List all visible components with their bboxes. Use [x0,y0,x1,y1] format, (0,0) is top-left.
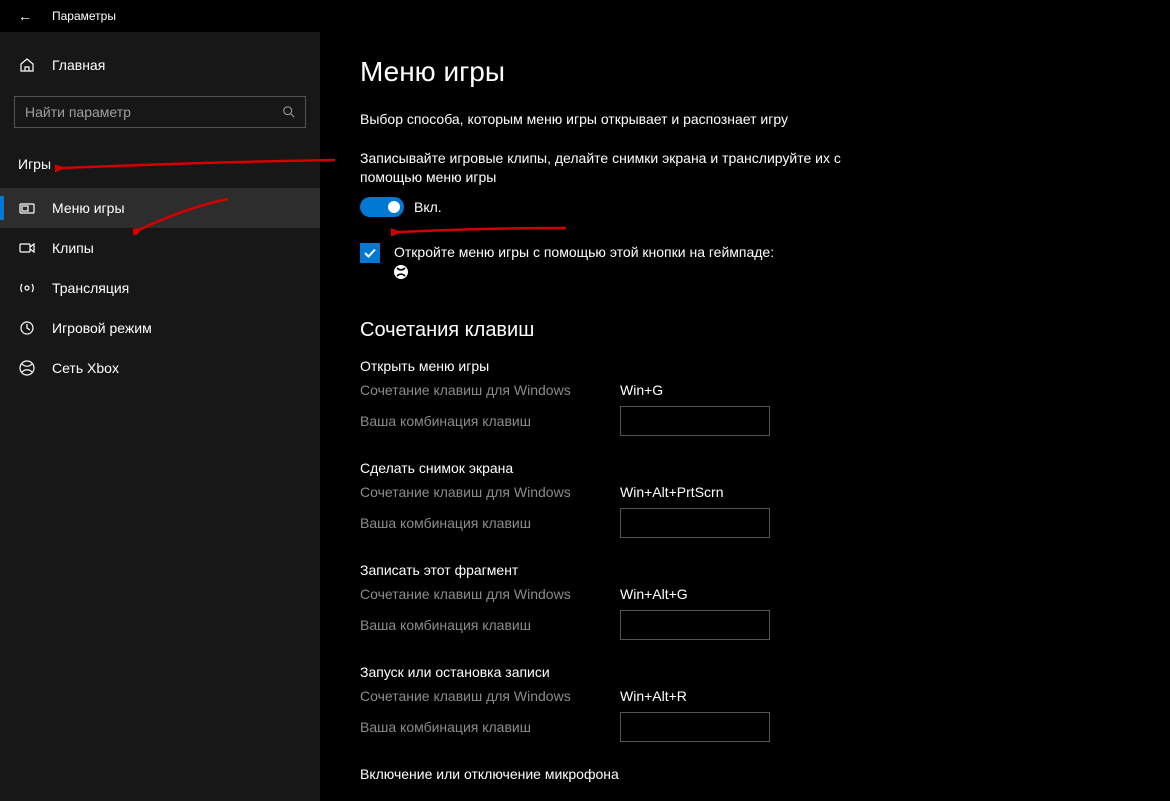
app-title: Параметры [52,9,116,23]
sidebar-item-xbox-network[interactable]: Сеть Xbox [0,348,320,388]
page-title: Меню игры [360,56,1130,88]
hotkey-group-name: Записать этот фрагмент [360,562,1130,578]
hotkey-group-name: Запуск или остановка записи [360,664,1130,680]
hotkey-windows-value: Win+G [620,382,663,398]
hotkey-group: Открыть меню игры Сочетание клавиш для Wi… [360,358,1130,436]
hotkey-windows-label: Сочетание клавиш для Windows [360,688,620,704]
sidebar-item-label: Меню игры [52,200,125,216]
hotkey-user-input[interactable] [620,610,770,640]
sidebar-home[interactable]: Главная [0,50,320,80]
game-bar-toggle[interactable] [360,197,404,217]
toggle-description: Записывайте игровые клипы, делайте снимк… [360,149,880,187]
hotkey-windows-label: Сочетание клавиш для Windows [360,382,620,398]
sidebar-item-label: Сеть Xbox [52,360,119,376]
game-mode-icon [18,319,36,337]
hotkey-group: Сделать снимок экрана Сочетание клавиш дл… [360,460,1130,538]
hotkey-windows-label: Сочетание клавиш для Windows [360,586,620,602]
hotkey-group-name: Открыть меню игры [360,358,1130,374]
hotkey-windows-value: Win+Alt+G [620,586,688,602]
titlebar: ← Параметры [0,0,1170,32]
search-wrap [14,96,306,128]
sidebar-section-label: Игры [0,138,320,188]
hotkey-user-input[interactable] [620,406,770,436]
sidebar-item-label: Трансляция [52,280,129,296]
sidebar-home-label: Главная [52,57,105,73]
sidebar-item-game-mode[interactable]: Игровой режим [0,308,320,348]
broadcast-icon [18,279,36,297]
sidebar-item-broadcast[interactable]: Трансляция [0,268,320,308]
hotkey-group-name: Сделать снимок экрана [360,460,1130,476]
toggle-value: Вкл. [414,199,442,215]
hotkey-windows-value: Win+Alt+R [620,688,687,704]
hotkey-windows-label: Сочетание клавиш для Windows [360,484,620,500]
clips-icon [18,239,36,257]
sidebar-item-label: Клипы [52,240,94,256]
sidebar-item-game-bar[interactable]: Меню игры [0,188,320,228]
search-input[interactable] [14,96,306,128]
hotkey-group: Запуск или остановка записи Сочетание кла… [360,664,1130,742]
gamepad-checkbox[interactable] [360,243,380,263]
back-arrow-icon[interactable]: ← [18,8,32,24]
xbox-icon [18,359,36,377]
hotkey-group: Записать этот фрагмент Сочетание клавиш д… [360,562,1130,640]
toggle-knob [388,201,400,213]
hotkey-user-label: Ваша комбинация клавиш [360,515,620,531]
checkbox-text: Откройте меню игры с помощью этой кнопки… [394,243,774,262]
sidebar: Главная Игры Меню игры [0,32,320,801]
hotkeys-title: Сочетания клавиш [360,319,1130,342]
hotkey-user-input[interactable] [620,508,770,538]
hotkey-user-label: Ваша комбинация клавиш [360,719,620,735]
hotkey-user-label: Ваша комбинация клавиш [360,617,620,633]
intro-text: Выбор способа, которым меню игры открыва… [360,110,880,129]
sidebar-item-clips[interactable]: Клипы [0,228,320,268]
content: Меню игры Выбор способа, которым меню иг… [320,32,1170,801]
sidebar-item-label: Игровой режим [52,320,152,336]
mic-section-title: Включение или отключение микрофона [360,766,1130,782]
home-icon [18,56,36,74]
game-bar-icon [18,199,36,217]
hotkey-user-input[interactable] [620,712,770,742]
xbox-guide-icon [394,265,774,279]
hotkey-user-label: Ваша комбинация клавиш [360,413,620,429]
hotkey-windows-value: Win+Alt+PrtScrn [620,484,723,500]
